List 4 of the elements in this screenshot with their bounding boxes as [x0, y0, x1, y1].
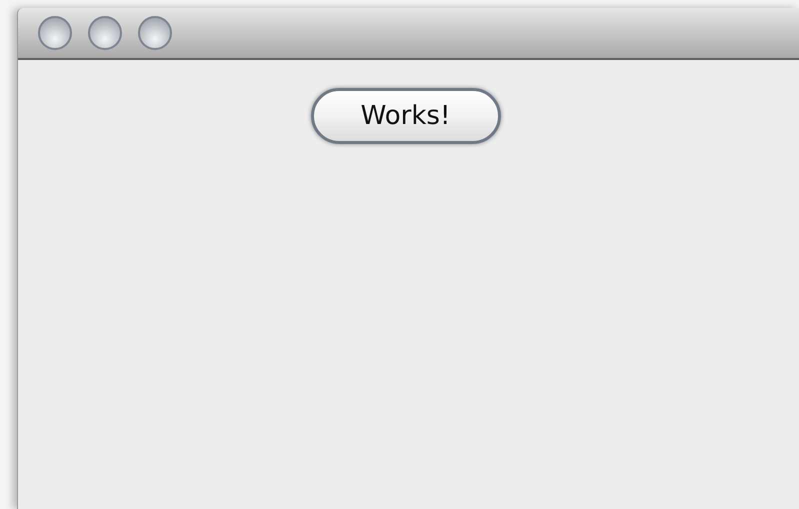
minimize-button[interactable] — [88, 16, 122, 50]
works-button[interactable]: Works! — [310, 88, 500, 144]
close-button[interactable] — [38, 16, 72, 50]
zoom-button[interactable] — [138, 16, 172, 50]
